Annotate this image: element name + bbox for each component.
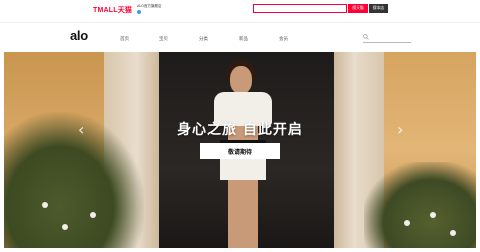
shop-name[interactable]: ALO官方旗舰店: [137, 4, 161, 9]
tmall-logo[interactable]: TMALL天猫: [93, 5, 132, 15]
plant-foliage: [364, 162, 476, 248]
flower: [450, 230, 456, 236]
search-input[interactable]: [253, 4, 347, 13]
alo-logo[interactable]: alo: [70, 28, 88, 43]
nav-item-member[interactable]: 会员: [279, 36, 288, 42]
flower: [404, 220, 410, 226]
nav-item-categories[interactable]: 分类: [199, 36, 208, 42]
hero-cta-button[interactable]: 敬请期待: [200, 143, 280, 159]
model-figure: [228, 180, 258, 248]
model-figure: [230, 66, 252, 94]
flower: [62, 224, 68, 230]
search-tmall-button[interactable]: 搜天猫: [348, 4, 368, 13]
nav-item-products[interactable]: 宝贝: [159, 36, 168, 42]
nav-item-home[interactable]: 首页: [120, 36, 129, 42]
flower: [42, 202, 48, 208]
search-shop-button[interactable]: 搜本店: [369, 4, 388, 13]
shop-badge-icon: [137, 10, 141, 14]
shop-search-field[interactable]: [363, 34, 411, 43]
hero-headline: 身心之旅 自此开启: [177, 122, 303, 138]
shop-nav-bar: alo 首页 宝贝 分类 新品 会员: [0, 22, 480, 52]
top-bar: TMALL天猫 ALO官方旗舰店 搜天猫 搜本店: [0, 0, 480, 22]
nav-item-new[interactable]: 新品: [239, 36, 248, 42]
flower: [430, 212, 436, 218]
search-icon[interactable]: [363, 34, 369, 40]
flower: [90, 212, 96, 218]
